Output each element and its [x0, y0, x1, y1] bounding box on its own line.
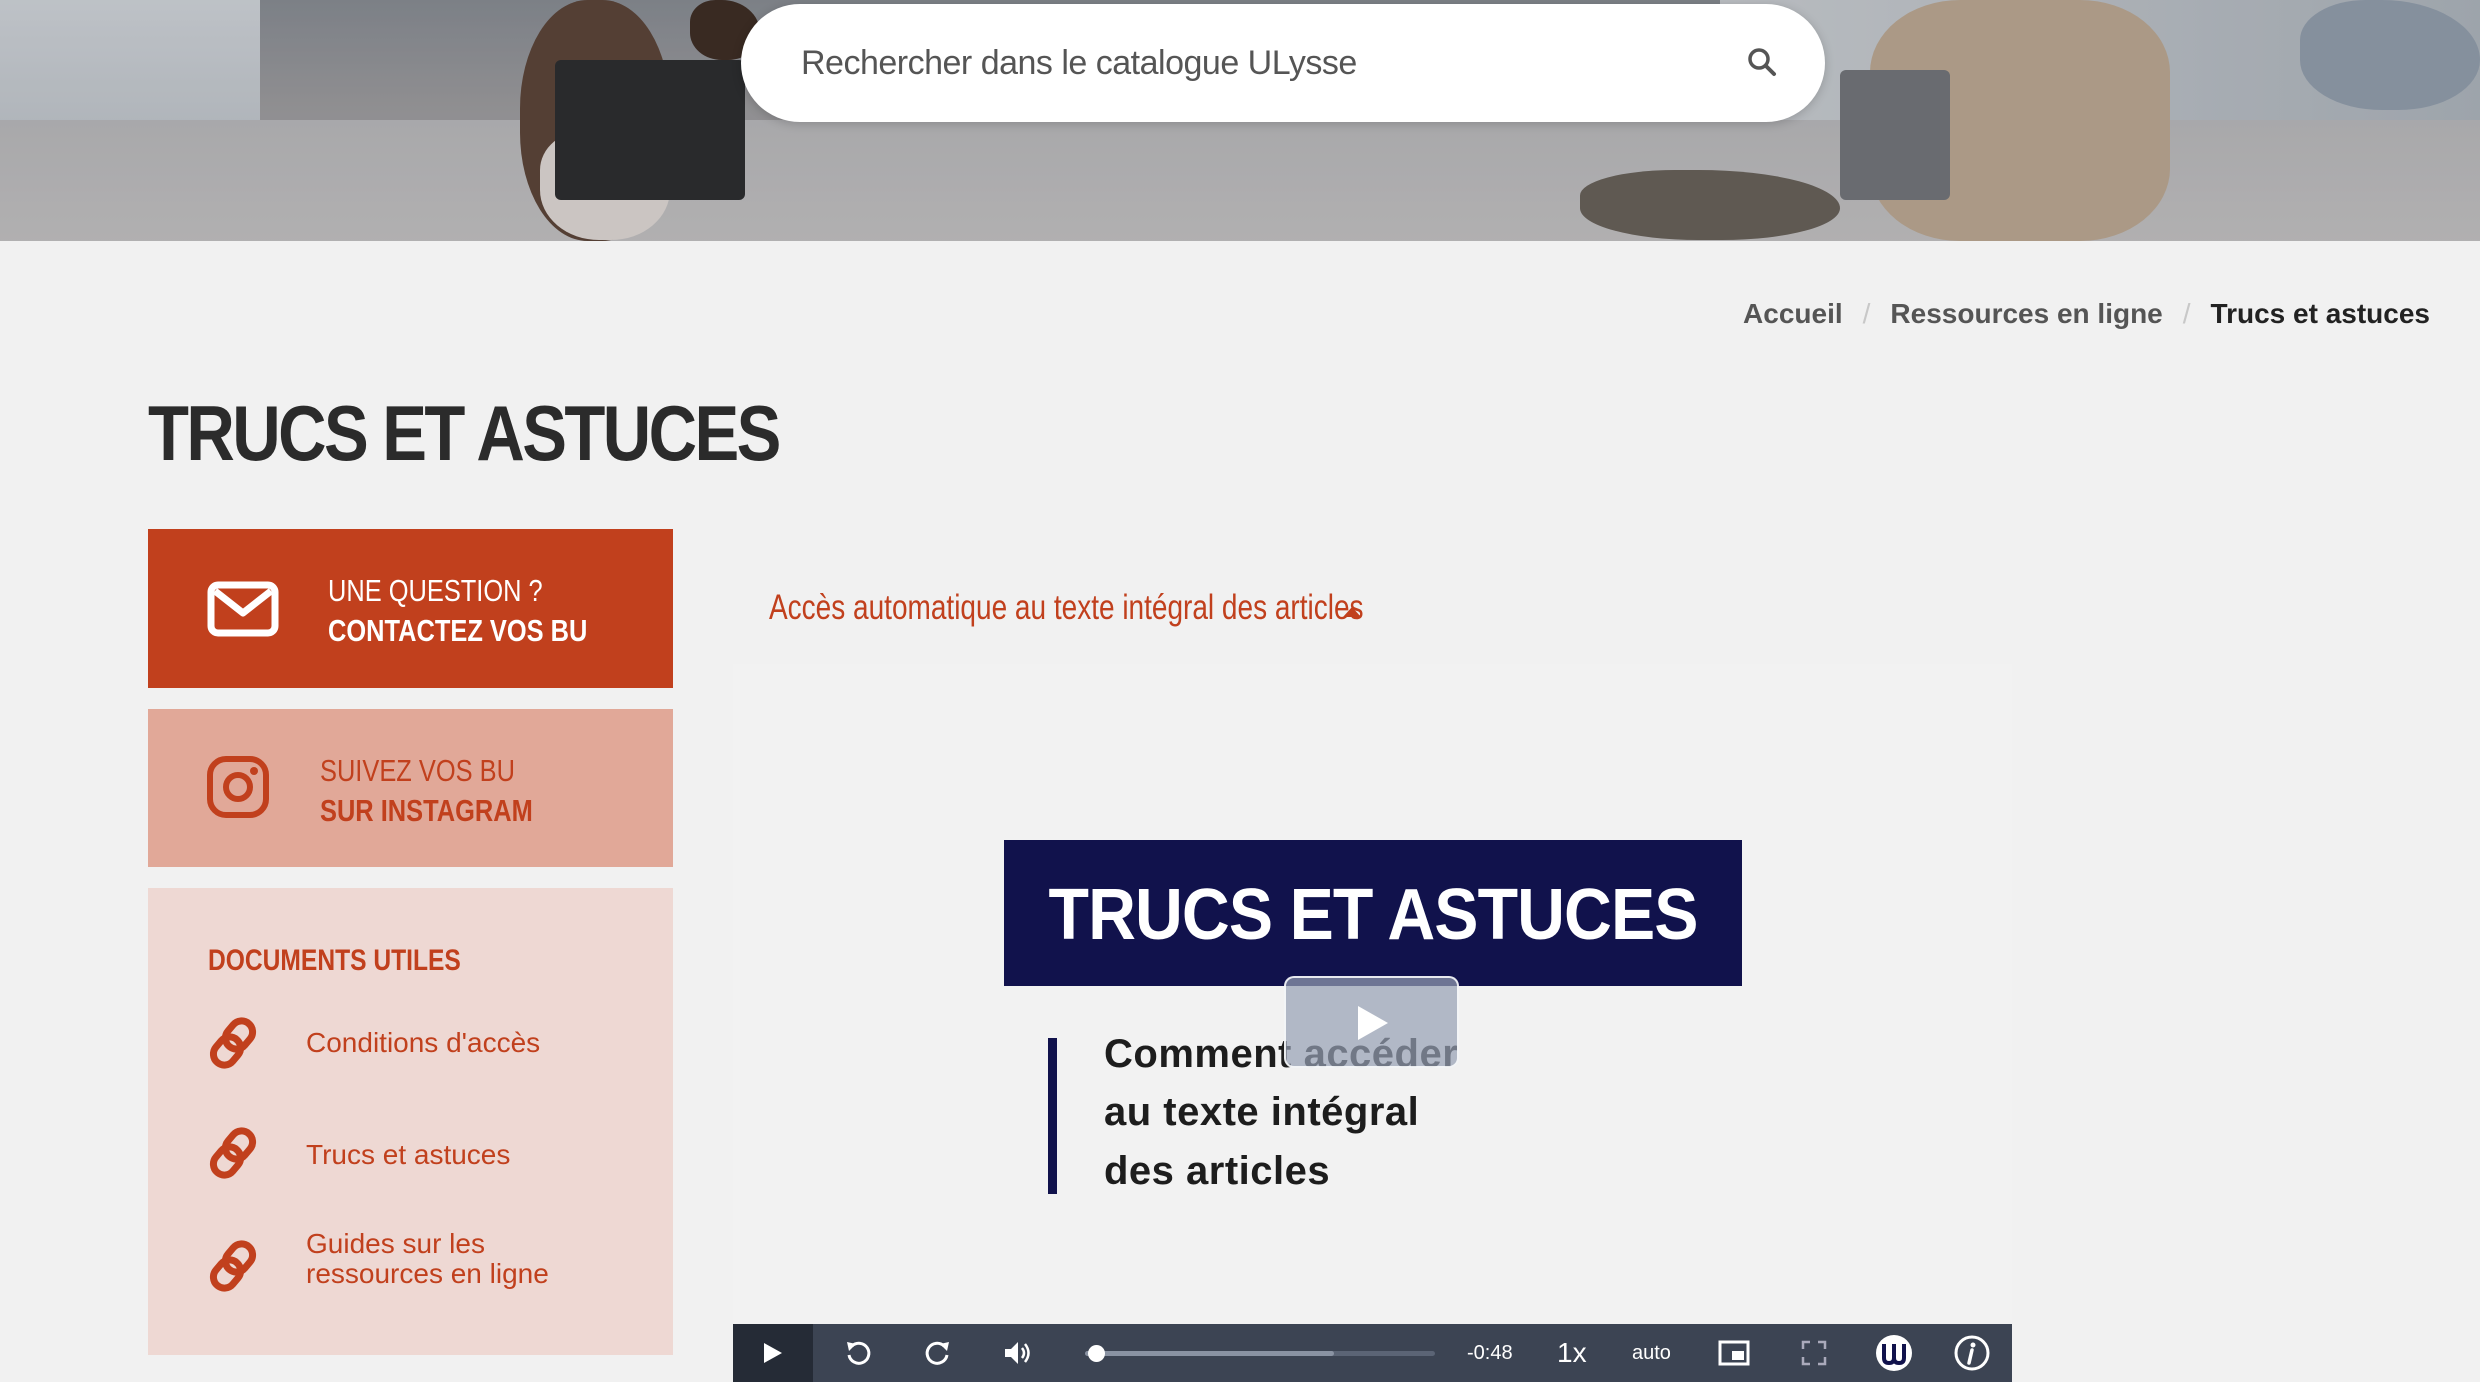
video-accent-bar	[1048, 1038, 1057, 1194]
instagram-line2: SUR INSTAGRAM	[320, 793, 533, 828]
breadcrumb: Accueil / Ressources en ligne / Trucs et ast…	[1743, 298, 2430, 330]
page-title: TRUCS ET ASTUCES	[148, 389, 781, 477]
video-banner-text: TRUCS ET ASTUCES	[1048, 875, 1699, 955]
instagram-card[interactable]: SUIVEZ VOS BU SUR INSTAGRAM	[148, 709, 673, 867]
envelope-icon	[207, 581, 279, 642]
forward-icon[interactable]	[918, 1324, 958, 1382]
link-icon	[208, 1016, 258, 1070]
play-button[interactable]	[733, 1324, 813, 1382]
search-input[interactable]: Rechercher dans le catalogue ULysse	[801, 44, 1357, 83]
doc-link-label[interactable]: Conditions d'accès	[306, 1028, 626, 1058]
video-line: des articles	[1104, 1149, 1331, 1193]
breadcrumb-online-resources[interactable]: Ressources en ligne	[1890, 298, 2162, 329]
doc-link-label[interactable]: Guides sur les ressources en ligne	[306, 1229, 586, 1289]
contact-card[interactable]: UNE QUESTION ? CONTACTEZ VOS BU	[148, 529, 673, 688]
breadcrumb-home[interactable]: Accueil	[1743, 298, 1843, 329]
seek-bar[interactable]	[1085, 1345, 1435, 1362]
search-icon[interactable]	[1746, 46, 1778, 78]
documents-heading: DOCUMENTS UTILES	[208, 944, 461, 977]
doc-link-conditions[interactable]: Conditions d'accès	[208, 1016, 648, 1096]
quality-button[interactable]: auto	[1632, 1324, 1671, 1382]
documents-panel: DOCUMENTS UTILES Conditions d'accès Truc…	[148, 888, 673, 1355]
university-logo-icon[interactable]	[1872, 1324, 1916, 1382]
doc-link-guides[interactable]: Guides sur les ressources en ligne	[208, 1229, 648, 1319]
doc-link-label[interactable]: Trucs et astuces	[306, 1140, 626, 1170]
instagram-icon	[206, 755, 270, 824]
contact-line2: CONTACTEZ VOS BU	[328, 613, 588, 648]
caret-up-icon[interactable]	[1343, 607, 1361, 617]
breadcrumb-current: Trucs et astuces	[2210, 298, 2430, 329]
speed-button[interactable]: 1x	[1557, 1324, 1587, 1382]
link-icon	[208, 1239, 258, 1293]
doc-link-tips[interactable]: Trucs et astuces	[208, 1126, 648, 1206]
breadcrumb-separator: /	[2182, 298, 2191, 329]
big-play-button[interactable]	[1284, 976, 1459, 1068]
instagram-line1: SUIVEZ VOS BU	[320, 753, 515, 788]
seek-handle[interactable]	[1087, 1345, 1105, 1362]
link-icon	[208, 1126, 258, 1180]
picture-in-picture-icon[interactable]	[1714, 1324, 1754, 1382]
fullscreen-icon[interactable]	[1794, 1324, 1834, 1382]
accordion-title[interactable]: Accès automatique au texte intégral des …	[769, 588, 1364, 628]
search-bar[interactable]: Rechercher dans le catalogue ULysse	[741, 4, 1825, 122]
rewind-icon[interactable]	[838, 1324, 878, 1382]
video-line: au texte intégral	[1104, 1090, 1420, 1134]
volume-icon[interactable]	[997, 1324, 1041, 1382]
time-remaining: -0:48	[1467, 1342, 1513, 1364]
video-player[interactable]: TRUCS ET ASTUCES Comment accéder au text…	[733, 664, 2012, 1382]
info-icon[interactable]	[1950, 1324, 1994, 1382]
contact-line1: UNE QUESTION ?	[328, 573, 543, 608]
buffer-bar	[1085, 1351, 1334, 1356]
player-controls: -0:48 1x auto	[733, 1324, 2012, 1382]
breadcrumb-separator: /	[1862, 298, 1871, 329]
video-title-banner: TRUCS ET ASTUCES	[1004, 840, 1742, 986]
